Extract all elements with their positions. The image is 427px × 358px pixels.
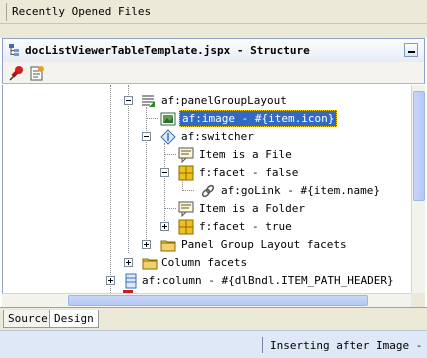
tab-source[interactable]: Source: [3, 310, 53, 328]
vertical-scrollbar[interactable]: [411, 85, 425, 293]
collapse-toggle[interactable]: [124, 96, 133, 105]
tree-node-facet-false[interactable]: f:facet - false: [3, 164, 411, 182]
folder-icon: [142, 258, 158, 270]
link-icon: [201, 184, 215, 198]
column-icon: [125, 273, 137, 289]
structure-tree[interactable]: af:panelGroupLayout af:image - #{item.ic…: [2, 85, 411, 293]
tree-node-panelgroup-facets[interactable]: Panel Group Layout facets: [3, 236, 411, 254]
layout-icon: [142, 95, 155, 107]
switcher-icon: [160, 129, 176, 145]
tree-node-label: Item is a Folder: [199, 202, 305, 215]
recently-opened-files-bar[interactable]: Recently Opened Files: [0, 0, 427, 24]
horizontal-scroll-thumb[interactable]: [68, 295, 368, 306]
tree-node-label-selected: af:image - #{item.icon}: [179, 110, 338, 127]
expand-toggle[interactable]: [160, 222, 169, 231]
structure-toolbar: [2, 62, 425, 84]
tree-node-label: f:facet - false: [199, 166, 299, 179]
structure-panel-header: docListViewerTableTemplate.jspx - Struct…: [2, 38, 425, 62]
tree-node-label: Panel Group Layout facets: [181, 238, 347, 251]
panel-title: docListViewerTableTemplate.jspx - Struct…: [25, 44, 310, 57]
comment-icon: [178, 147, 194, 163]
tab-design[interactable]: Design: [49, 310, 99, 328]
scroll-corner: [411, 293, 425, 307]
comment-icon: [178, 201, 194, 217]
editor-tabs-bar: Source Design: [0, 307, 427, 330]
folder-icon: [160, 240, 176, 252]
panel-gap: [0, 24, 427, 38]
recently-opened-files-label: Recently Opened Files: [12, 5, 152, 18]
collapse-toggle[interactable]: [160, 168, 169, 177]
expand-toggle[interactable]: [142, 240, 151, 249]
tree-node-golink[interactable]: af:goLink - #{item.name}: [3, 182, 411, 200]
vertical-scroll-thumb[interactable]: [413, 91, 425, 201]
tree-node-comment-file[interactable]: Item is a File: [3, 146, 411, 164]
expand-toggle[interactable]: [106, 276, 115, 285]
collapse-toggle[interactable]: [142, 132, 151, 141]
tree-node-label: af:panelGroupLayout: [161, 94, 287, 107]
horizontal-scrollbar[interactable]: [2, 293, 411, 307]
tree-node-label: af:goLink - #{item.name}: [221, 184, 380, 197]
properties-icon[interactable]: [29, 65, 45, 81]
tree-node-comment-folder[interactable]: Item is a Folder: [3, 200, 411, 218]
facet-icon: [178, 165, 194, 181]
image-icon: [160, 112, 176, 126]
tree-node-label: Item is a File: [199, 148, 292, 161]
status-separator: [262, 337, 263, 353]
minimize-button[interactable]: [404, 43, 418, 57]
tree-node-column[interactable]: af:column - #{dlBndl.ITEM_PATH_HEADER}: [3, 272, 411, 290]
tree-node-column-facets[interactable]: Column facets: [3, 254, 411, 272]
tree-node-label: af:column - #{dlBndl.ITEM_PATH_HEADER}: [142, 274, 394, 287]
panel-tree-icon: [9, 44, 19, 56]
status-message: Inserting after Image - #{: [270, 339, 427, 352]
tree-node-label: af:switcher: [181, 130, 254, 143]
pin-icon[interactable]: [9, 65, 25, 81]
tree-node-label: f:facet - true: [199, 220, 292, 233]
tree-node-switcher[interactable]: af:switcher: [3, 128, 411, 146]
tree-node-image[interactable]: af:image - #{item.icon}: [3, 110, 411, 128]
facet-icon: [178, 219, 194, 235]
tree-node-panelgrouplayout[interactable]: af:panelGroupLayout: [3, 92, 411, 110]
tree-node-facet-true[interactable]: f:facet - true: [3, 218, 411, 236]
status-bar: Inserting after Image - #{: [0, 330, 427, 358]
expand-toggle[interactable]: [124, 258, 133, 267]
tree-node-label: Column facets: [161, 256, 248, 269]
